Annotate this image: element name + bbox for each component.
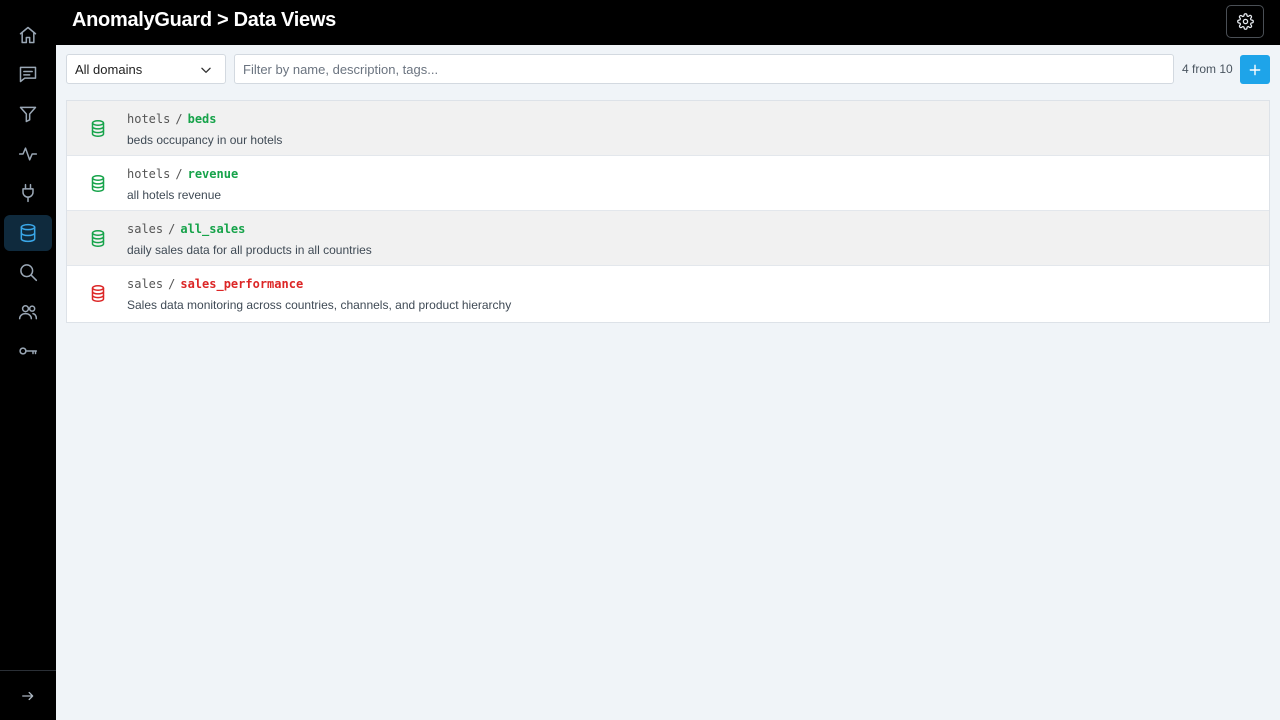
database-icon	[91, 230, 105, 247]
users-icon	[18, 305, 38, 320]
sidebar-item-users[interactable]	[4, 294, 52, 330]
sidebar-item-messages[interactable]	[4, 56, 52, 92]
view-name: revenue	[187, 167, 239, 181]
database-icon	[20, 223, 36, 243]
view-description: Sales data monitoring across countries, …	[127, 298, 512, 312]
list-item[interactable]: sales / sales_performance Sales data monit…	[67, 266, 1269, 322]
plus-icon	[1249, 64, 1261, 75]
list-item[interactable]: sales / all_sales daily sales data for all…	[67, 211, 1269, 266]
sidebar-item-home[interactable]	[4, 17, 52, 53]
view-description: daily sales data for all products in all…	[127, 243, 372, 257]
sidebar-item-connectors[interactable]	[4, 175, 52, 211]
view-path: sales / all_sales	[127, 222, 245, 236]
view-path: hotels / revenue	[127, 167, 238, 181]
path-separator: /	[175, 167, 183, 181]
gear-icon	[1236, 13, 1254, 30]
view-path: hotels / beds	[127, 112, 217, 126]
view-domain: hotels	[127, 167, 171, 181]
database-icon	[91, 175, 105, 192]
page-title: AnomalyGuard > Data Views	[72, 9, 336, 31]
list-item[interactable]: hotels / revenue all hotels revenue	[67, 156, 1269, 211]
view-name: sales_performance	[180, 277, 304, 291]
view-domain: hotels	[127, 112, 171, 126]
activity-icon	[18, 147, 38, 161]
domain-select[interactable]: All domains	[66, 54, 226, 84]
search-icon	[20, 264, 38, 282]
plug-icon	[22, 183, 34, 203]
add-data-view-button[interactable]	[1240, 55, 1270, 84]
list-item[interactable]: hotels / beds beds occupancy in our hotels	[67, 101, 1269, 156]
sidebar-expand-button[interactable]	[0, 670, 56, 720]
settings-button[interactable]	[1226, 5, 1264, 38]
arrow-right-icon	[22, 691, 34, 700]
view-domain: sales	[127, 277, 164, 291]
sidebar-item-keys[interactable]	[4, 333, 52, 369]
view-description: beds occupancy in our hotels	[127, 133, 283, 147]
sidebar-item-filter[interactable]	[4, 96, 52, 132]
sidebar	[0, 0, 56, 720]
data-view-list: hotels / beds beds occupancy in our hotels…	[66, 100, 1270, 323]
path-separator: /	[175, 112, 183, 126]
sidebar-item-activity[interactable]	[4, 136, 52, 172]
message-icon	[19, 66, 37, 83]
view-domain: sales	[127, 222, 164, 236]
view-path: sales / sales_performance	[127, 277, 303, 291]
database-icon	[91, 120, 105, 137]
filter-icon	[19, 106, 37, 123]
filter-input[interactable]	[234, 54, 1174, 84]
database-icon	[91, 285, 105, 302]
view-name: all_sales	[180, 222, 246, 236]
key-icon	[19, 347, 38, 355]
sidebar-item-data-views[interactable]	[4, 215, 52, 251]
view-name: beds	[187, 112, 217, 126]
home-icon	[19, 26, 37, 44]
chevron-down-icon	[201, 67, 211, 73]
view-description: all hotels revenue	[127, 188, 222, 202]
path-separator: /	[168, 277, 176, 291]
domain-select-value: All domains	[75, 61, 143, 77]
path-separator: /	[168, 222, 176, 236]
sidebar-item-search[interactable]	[4, 254, 52, 290]
top-bar: AnomalyGuard > Data Views	[56, 0, 1280, 45]
result-count: 4 from 10	[1182, 62, 1233, 76]
